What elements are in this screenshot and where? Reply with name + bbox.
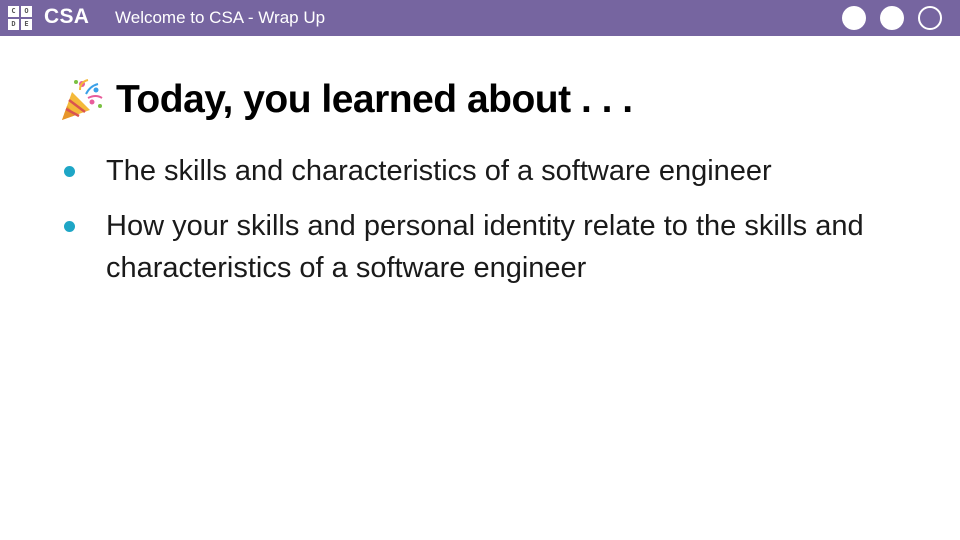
bullet-icon [64,166,75,177]
progress-dot-empty [918,6,942,30]
bullet-text: How your skills and personal identity re… [106,210,864,284]
brand-label: CSA [44,5,90,28]
progress-dot-filled [842,6,866,30]
progress-dot-filled [880,6,904,30]
slide-heading: Today, you learned about . . . [58,76,633,124]
logo-letter: D [8,19,19,30]
deck-title: Welcome to CSA - Wrap Up [115,8,326,27]
bullet-list: The skills and characteristics of a soft… [62,150,942,302]
logo-letter: C [8,6,19,17]
logo-letter: O [21,6,32,17]
page-title: Today, you learned about . . . [116,78,633,121]
bullet-icon [64,221,75,232]
party-popper-icon [62,79,103,120]
list-item: How your skills and personal identity re… [62,205,942,289]
code-logo: C O D E [8,6,32,30]
top-bar: C O D E CSA Welcome to CSA - Wrap Up [0,0,960,36]
list-item: The skills and characteristics of a soft… [62,150,942,192]
logo-letter: E [21,19,32,30]
bullet-text: The skills and characteristics of a soft… [106,155,772,187]
